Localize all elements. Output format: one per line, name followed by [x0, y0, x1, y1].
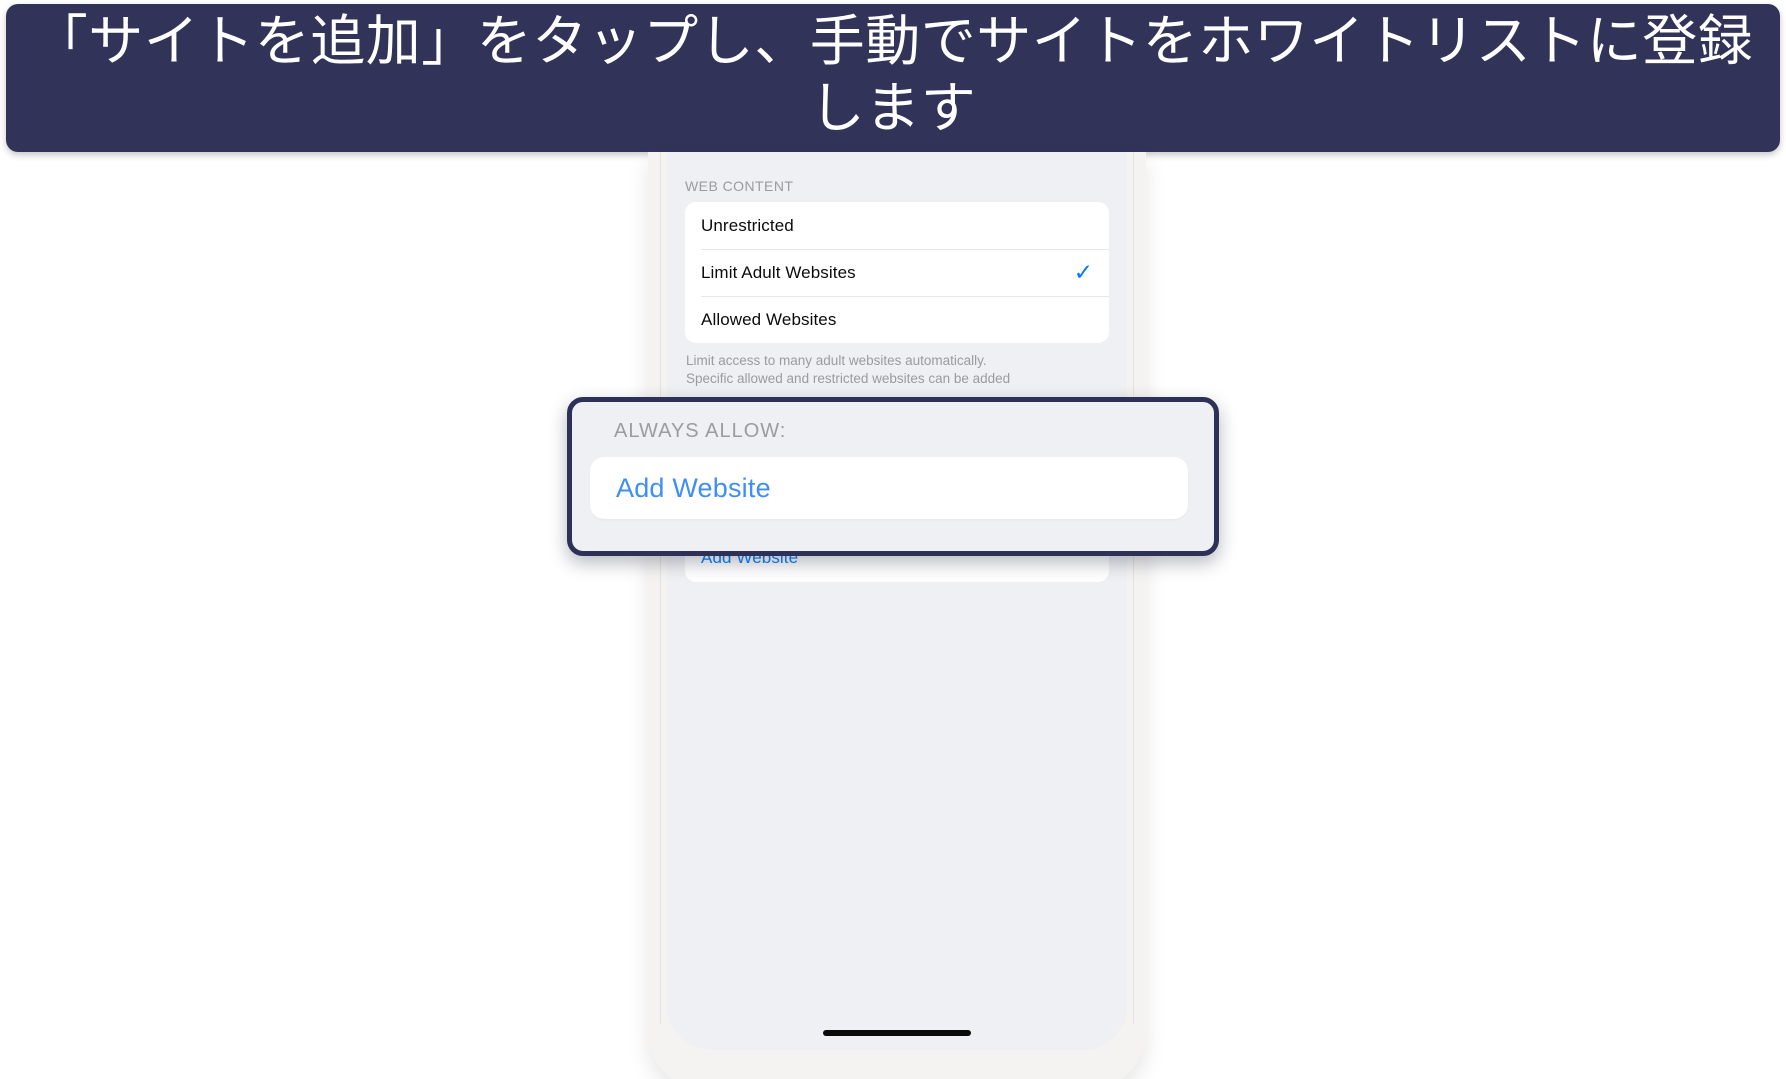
web-content-footnote-line1: Limit access to many adult websites auto…	[686, 353, 987, 368]
option-label-allowed-websites: Allowed Websites	[701, 309, 837, 329]
option-row-unrestricted[interactable]: Unrestricted	[685, 202, 1109, 249]
callout-always-allow-header: ALWAYS ALLOW:	[614, 420, 787, 442]
web-content-footnote: Limit access to many adult websites auto…	[667, 343, 1127, 388]
home-indicator	[823, 1030, 971, 1036]
option-row-limit-adult-websites[interactable]: Limit Adult Websites ✓	[685, 249, 1109, 296]
web-content-footnote-line2: Specific allowed and restricted websites…	[686, 370, 1011, 386]
option-row-allowed-websites[interactable]: Allowed Websites	[685, 296, 1109, 343]
web-content-group-header: WEB CONTENT	[685, 178, 794, 194]
option-label-unrestricted: Unrestricted	[701, 215, 794, 235]
checkmark-icon: ✓	[1073, 259, 1093, 285]
zoom-callout: ALWAYS ALLOW: Add Website	[567, 397, 1219, 556]
instruction-banner: 「サイトを追加」をタップし、手動でサイトをホワイトリストに登録します	[6, 4, 1780, 152]
phone-bezel-left	[660, 152, 661, 1024]
callout-add-website-card[interactable]: Add Website	[590, 457, 1188, 519]
option-label-limit-adult-websites: Limit Adult Websites	[701, 262, 856, 282]
callout-add-website-label: Add Website	[616, 472, 771, 503]
phone-mockup: WEB CONTENT Unrestricted Limit Adult Web…	[648, 152, 1146, 1079]
phone-bezel-right	[1133, 152, 1134, 1024]
screenshot-root: 「サイトを追加」をタップし、手動でサイトをホワイトリストに登録します WEB C…	[0, 0, 1786, 1079]
phone-screen: WEB CONTENT Unrestricted Limit Adult Web…	[667, 152, 1127, 1050]
web-content-options-card: Unrestricted Limit Adult Websites ✓ Allo…	[685, 202, 1109, 343]
instruction-banner-text: 「サイトを追加」をタップし、手動でサイトをホワイトリストに登録します	[32, 9, 1754, 139]
